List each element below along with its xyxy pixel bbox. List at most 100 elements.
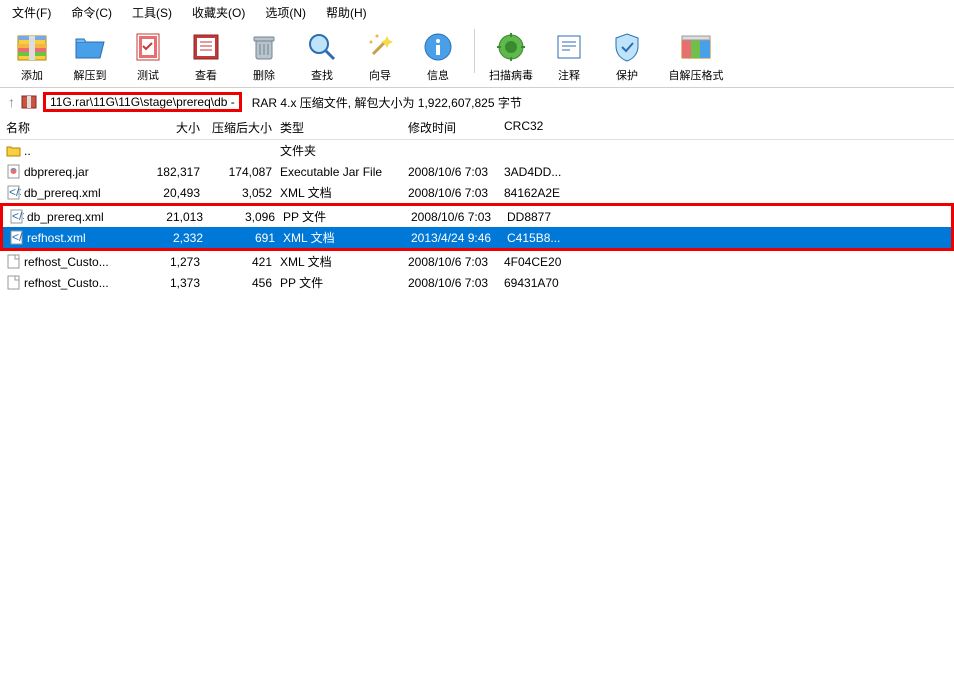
- menu-help[interactable]: 帮助(H): [322, 2, 371, 23]
- file-row[interactable]: ..文件夹: [0, 140, 954, 161]
- delete-button[interactable]: 删除: [240, 29, 288, 83]
- file-modified: 2013/4/24 9:46: [411, 231, 507, 245]
- info-button[interactable]: 信息: [414, 29, 462, 83]
- header-type[interactable]: 类型: [280, 119, 408, 136]
- protect-button[interactable]: 保护: [603, 29, 651, 83]
- column-headers: 名称 大小 压缩后大小 类型 修改时间 CRC32: [0, 116, 954, 140]
- menu-file[interactable]: 文件(F): [8, 2, 55, 23]
- file-modified: 2008/10/6 7:03: [408, 276, 504, 290]
- menu-tools[interactable]: 工具(S): [128, 2, 176, 23]
- header-name[interactable]: 名称: [0, 119, 148, 136]
- file-type: XML 文档: [280, 253, 408, 270]
- file-modified: 2008/10/6 7:03: [408, 165, 504, 179]
- file-modified: 2008/10/6 7:03: [411, 210, 507, 224]
- file-crc: C415B8...: [507, 231, 607, 245]
- file-size: 20,493: [148, 186, 208, 200]
- file-size: 2,332: [151, 231, 211, 245]
- file-type-icon: [6, 254, 21, 269]
- info-label: 信息: [427, 67, 449, 83]
- shield-icon: [609, 29, 645, 65]
- file-crc: DD8877: [507, 210, 607, 224]
- sfx-label: 自解压格式: [669, 67, 724, 83]
- archive-icon: [14, 29, 50, 65]
- file-name: db_prereq.xml: [24, 186, 101, 200]
- header-modified[interactable]: 修改时间: [408, 119, 504, 136]
- path-bar: ↑ 11G.rar\11G\11G\stage\prereq\db - RAR …: [0, 88, 954, 116]
- file-type-icon: [6, 143, 21, 158]
- file-packed-size: 456: [208, 276, 280, 290]
- file-modified: 2008/10/6 7:03: [408, 186, 504, 200]
- comment-button[interactable]: 注释: [545, 29, 593, 83]
- menu-favorites[interactable]: 收藏夹(O): [188, 2, 249, 23]
- archive-status: RAR 4.x 压缩文件, 解包大小为 1,922,607,825 字节: [252, 94, 522, 111]
- menu-options[interactable]: 选项(N): [261, 2, 310, 23]
- path-highlighted[interactable]: 11G.rar\11G\11G\stage\prereq\db -: [43, 92, 242, 112]
- file-row[interactable]: </>refhost.xml2,332691XML 文档2013/4/24 9:…: [3, 227, 951, 248]
- scan-button[interactable]: 扫描病毒: [487, 29, 535, 83]
- file-row[interactable]: refhost_Custo...1,273421XML 文档2008/10/6 …: [0, 251, 954, 272]
- file-type: PP 文件: [283, 208, 411, 225]
- virus-icon: [493, 29, 529, 65]
- file-type: Executable Jar File: [280, 165, 408, 179]
- find-button[interactable]: 查找: [298, 29, 346, 83]
- file-type: XML 文档: [283, 229, 411, 246]
- scan-label: 扫描病毒: [489, 67, 533, 83]
- file-row[interactable]: refhost_Custo...1,373456PP 文件2008/10/6 7…: [0, 272, 954, 293]
- view-button[interactable]: 查看: [182, 29, 230, 83]
- file-row[interactable]: </>db_prereq.xml21,0133,096PP 文件2008/10/…: [3, 206, 951, 227]
- file-packed-size: 174,087: [208, 165, 280, 179]
- file-type-icon: [6, 164, 21, 179]
- file-crc: 4F04CE20: [504, 255, 604, 269]
- file-packed-size: 421: [208, 255, 280, 269]
- view-label: 查看: [195, 67, 217, 83]
- test-button[interactable]: 测试: [124, 29, 172, 83]
- file-size: 1,373: [148, 276, 208, 290]
- extract-button[interactable]: 解压到: [66, 29, 114, 83]
- find-label: 查找: [311, 67, 333, 83]
- file-name: dbprereq.jar: [24, 165, 89, 179]
- file-type: PP 文件: [280, 274, 408, 291]
- file-size: 21,013: [151, 210, 211, 224]
- sfx-icon: [678, 29, 714, 65]
- file-crc: 3AD4DD...: [504, 165, 604, 179]
- add-label: 添加: [21, 67, 43, 83]
- file-row[interactable]: </>db_prereq.xml 20,4933,052XML 文档2008/10…: [0, 182, 954, 203]
- header-crc[interactable]: CRC32: [504, 119, 604, 136]
- file-packed-size: 691: [211, 231, 283, 245]
- file-size: 1,273: [148, 255, 208, 269]
- highlight-box: </>db_prereq.xml21,0133,096PP 文件2008/10/…: [0, 203, 954, 251]
- file-type-icon: </>: [9, 209, 24, 224]
- file-type-icon: </>: [9, 230, 24, 245]
- file-size: 182,317: [148, 165, 208, 179]
- info-icon: [420, 29, 456, 65]
- menu-command[interactable]: 命令(C): [67, 2, 116, 23]
- file-crc: 84162A2E: [504, 186, 604, 200]
- file-packed-size: 3,096: [211, 210, 283, 224]
- wizard-button[interactable]: 向导: [356, 29, 404, 83]
- add-button[interactable]: 添加: [8, 29, 56, 83]
- trash-icon: [246, 29, 282, 65]
- file-packed-size: 3,052: [208, 186, 280, 200]
- test-label: 测试: [137, 67, 159, 83]
- sfx-button[interactable]: 自解压格式: [661, 29, 731, 83]
- toolbar: 添加 解压到 测试 查看 删除 查找 向导: [0, 25, 954, 88]
- folder-open-icon: [72, 29, 108, 65]
- header-size[interactable]: 大小: [148, 119, 208, 136]
- file-type: XML 文档: [280, 184, 408, 201]
- file-type: 文件夹: [280, 142, 408, 159]
- comment-label: 注释: [558, 67, 580, 83]
- file-type-icon: </>: [6, 185, 21, 200]
- test-icon: [130, 29, 166, 65]
- note-icon: [551, 29, 587, 65]
- header-packed[interactable]: 压缩后大小: [208, 119, 280, 136]
- file-list[interactable]: ..文件夹 dbprereq.jar 182,317174,087Executabl…: [0, 140, 954, 673]
- up-arrow-icon[interactable]: ↑: [8, 94, 15, 110]
- wand-icon: [362, 29, 398, 65]
- svg-text:</>: </>: [9, 185, 21, 199]
- book-icon: [188, 29, 224, 65]
- file-row[interactable]: dbprereq.jar 182,317174,087Executable Jar…: [0, 161, 954, 182]
- delete-label: 删除: [253, 67, 275, 83]
- toolbar-separator: [474, 29, 475, 73]
- file-name: refhost_Custo...: [24, 255, 109, 269]
- extract-label: 解压到: [74, 67, 107, 83]
